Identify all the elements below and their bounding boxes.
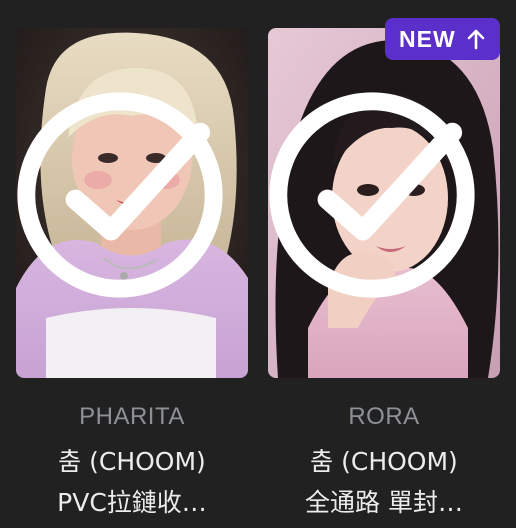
check-circle-icon[interactable] (16, 28, 236, 370)
item-title-line2: PVC拉鏈收… (57, 488, 207, 517)
photocard-grid: PHARITA 춤 (CHOOM) PVC拉鏈收… NEW RORA 춤 (CH… (0, 0, 516, 528)
artist-name: RORA (348, 403, 420, 430)
check-circle-icon[interactable] (268, 28, 488, 370)
photocard-image-rora[interactable] (268, 28, 500, 378)
item-title-line1: 춤 (CHOOM) (58, 447, 206, 476)
item-title-line1: 춤 (CHOOM) (310, 447, 458, 476)
artist-name: PHARITA (79, 403, 185, 430)
item-title-line2: 全通路 單封… (305, 488, 463, 517)
photocard-image-pharita[interactable] (16, 28, 248, 378)
photocard-item-pharita[interactable]: PHARITA 춤 (CHOOM) PVC拉鏈收… (16, 0, 248, 528)
new-badge-label: NEW (399, 25, 456, 52)
photocard-item-rora[interactable]: NEW RORA 춤 (CHOOM) 全通路 單封… (268, 0, 500, 528)
new-badge: NEW (385, 18, 500, 60)
arrow-up-icon (467, 29, 484, 50)
